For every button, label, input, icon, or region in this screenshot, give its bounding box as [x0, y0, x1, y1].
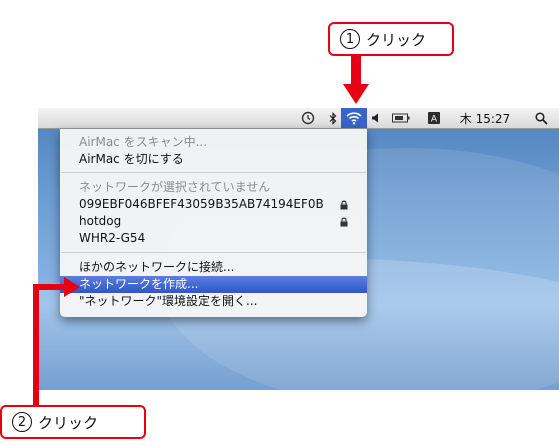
airmac-toggle-item[interactable]: AirMac を切にする [60, 151, 367, 168]
menu-separator [61, 172, 366, 173]
join-other-network-item[interactable]: ほかのネットワークに接続... [60, 259, 367, 276]
spotlight-icon[interactable] [532, 108, 550, 128]
network-name: hotdog [79, 214, 122, 228]
menu-bar: A 木 15:27 [38, 108, 559, 129]
step-number: 2 [12, 412, 32, 432]
callout-label: クリック [38, 413, 99, 432]
input-menu-icon[interactable]: A [427, 108, 441, 128]
airmac-menu: AirMac をスキャン中... AirMac を切にする ネットワークが選択さ… [60, 129, 367, 317]
bluetooth-icon[interactable] [327, 108, 339, 128]
create-network-item[interactable]: ネットワークを作成... [60, 276, 367, 293]
airmac-scanning-status: AirMac をスキャン中... [79, 135, 208, 149]
network-item[interactable]: WHR2-G54 [60, 230, 367, 247]
volume-icon[interactable] [369, 108, 381, 128]
callout-label: クリック [366, 30, 427, 49]
menu-separator [61, 252, 366, 253]
wifi-icon[interactable] [341, 108, 367, 128]
network-item[interactable]: hotdog [60, 213, 367, 230]
no-network-selected-label: ネットワークが選択されていません [79, 180, 271, 194]
network-name: 099EBF046BFEF43059B35AB74194EF0B [79, 197, 324, 211]
callout-step-1: 1 クリック [328, 22, 454, 56]
network-item[interactable]: 099EBF046BFEF43059B35AB74194EF0B [60, 196, 367, 213]
step-number: 1 [340, 29, 360, 49]
time-machine-icon[interactable] [300, 108, 316, 128]
open-network-preferences-item[interactable]: "ネットワーク"環境設定を開く... [60, 293, 367, 310]
callout-step-2: 2 クリック [0, 405, 146, 439]
battery-icon[interactable] [390, 108, 412, 128]
arrow-down-icon [343, 56, 369, 104]
menu-bar-clock[interactable]: 木 15:27 [451, 108, 519, 128]
lock-icon [339, 196, 349, 213]
svg-text:A: A [431, 115, 438, 125]
lock-icon [339, 213, 349, 230]
network-name: WHR2-G54 [79, 231, 146, 245]
